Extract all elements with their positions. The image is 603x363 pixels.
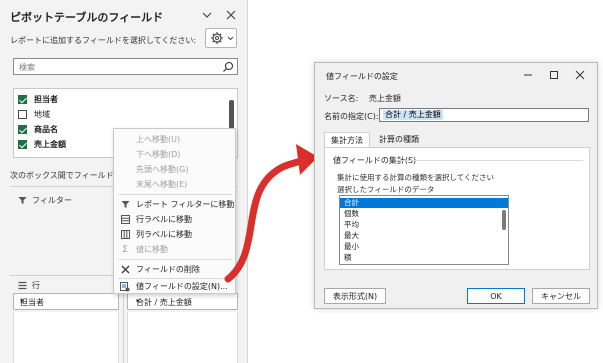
menu-item-label: 値フィールドの設定(N)... [136,282,228,291]
menu-item-label: 行ラベルに移動 [136,215,192,224]
filter-icon [18,197,27,204]
list-item[interactable]: 最小 [340,242,508,252]
source-value: 売上金額 [368,94,401,103]
rows-area [13,312,119,363]
field-item[interactable]: 担当者 [18,92,58,106]
rows-area-label: 行 [32,281,40,290]
menu-item-move-first[interactable]: 先頭へ移動(G) [114,162,235,177]
menu-separator [118,194,232,195]
field-label: 商品名 [34,124,58,134]
field-checkbox[interactable] [18,109,27,119]
tab-panel: 値フィールドの集計(S) 集計に使用する計算の種類を選択してください 選択したフ… [324,147,590,270]
menu-item-move-down[interactable]: 下へ移動(D) [114,147,235,162]
field-item[interactable]: 売上金額 [18,137,66,151]
menu-item-label: 下へ移動(D) [136,150,181,159]
rows-icon [120,215,130,224]
source-label: ソース名: [324,94,359,103]
description-line: 集計に使用する計算の種類を選択してください [337,173,495,182]
chevron-down-icon[interactable] [200,8,214,22]
list-item[interactable]: 合計 [340,198,508,208]
menu-item-label: レポート フィルターに移動 [136,200,235,209]
values-area [127,312,238,363]
menu-item-label: 値に移動 [136,245,168,254]
description-line: 選択したフィールドのデータ [337,185,435,194]
field-item[interactable]: 商品名 [18,122,58,136]
menu-item-label: 先頭へ移動(G) [136,165,189,174]
field-checkbox[interactable] [18,139,27,149]
menu-item-move-to-columns[interactable]: 列ラベルに移動 [114,227,235,242]
list-item[interactable]: 積 [340,253,508,263]
close-icon [121,265,129,274]
ok-button[interactable]: OK [467,288,525,304]
menu-item-label: 上へ移動(U) [136,135,181,144]
custom-name-value: 合計 / 売上金額 [383,110,443,120]
dialog-title: 値フィールドの設定 [326,72,398,81]
field-label: 担当者 [34,94,58,104]
summary-function-list[interactable]: 合計 個数 平均 最大 最小 積 [339,195,509,265]
list-item[interactable]: 平均 [340,220,508,230]
list-scrollbar[interactable] [502,210,506,230]
tab-show-values-as[interactable]: 計算の種類 [373,132,425,147]
field-checkbox[interactable] [18,124,27,134]
row-field-button[interactable]: 担当者 ▾ [13,293,119,310]
field-label: 地域 [34,109,50,119]
tab-summarize-by[interactable]: 集計方法 [324,132,370,148]
close-icon[interactable] [573,68,587,82]
menu-item-label: 末尾へ移動(E) [136,180,188,189]
minimize-icon[interactable] [521,68,535,82]
custom-name-label: 名前の指定(C): [324,112,379,121]
rows-area-header: 行 [18,280,40,291]
columns-icon [120,230,130,239]
field-label: 売上金額 [34,139,66,149]
chevron-down-icon: ▾ [20,297,24,305]
search-icon [223,61,234,72]
gear-icon [211,32,223,44]
section-divider [397,160,583,161]
sigma-icon: Σ [122,244,128,255]
menu-separator [118,259,232,260]
tools-button[interactable] [205,28,237,48]
custom-name-input[interactable]: 合計 / 売上金額 [379,108,589,122]
settings-icon [120,281,130,291]
pane-subtitle: レポートに追加するフィールドを選択してください: [10,36,197,45]
filter-area-header: フィルター [18,195,72,206]
search-input[interactable]: 検索 [13,58,238,75]
list-item[interactable]: 最大 [340,231,508,241]
rows-icon [18,281,27,290]
pane-title: ピボットテーブルのフィールド [10,11,164,24]
menu-item-label: 列ラベルに移動 [136,230,192,239]
context-menu: 上へ移動(U) 下へ移動(D) 先頭へ移動(G) 末尾へ移動(E) レポート フ… [113,128,236,294]
menu-item-value-field-settings[interactable]: 値フィールドの設定(N)... [114,279,235,294]
areas-instruction: 次のボックス間でフィールドをド [10,171,130,180]
menu-item-move-to-rows[interactable]: 行ラベルに移動 [114,212,235,227]
chevron-down-icon: ▾ [136,297,140,305]
cancel-button[interactable]: キャンセル [532,288,590,304]
source-name: ソース名: 売上金額 [324,93,401,104]
close-icon[interactable] [224,8,238,22]
field-checkbox[interactable] [18,94,27,104]
menu-item-remove-field[interactable]: フィールドの削除 [114,262,235,277]
list-item[interactable]: 個数 [340,209,508,219]
filter-area-label: フィルター [32,196,72,205]
value-field-button[interactable]: 合計 / 売上金額 ▾ [127,293,238,310]
menu-item-move-to-values[interactable]: Σ 値に移動 [114,242,235,257]
menu-item-label: フィールドの削除 [136,265,200,274]
menu-item-move-last[interactable]: 末尾へ移動(E) [114,177,235,192]
area-divider [123,285,124,363]
number-format-button[interactable]: 表示形式(N) [324,288,386,304]
maximize-icon[interactable] [547,68,561,82]
menu-item-move-up[interactable]: 上へ移動(U) [114,132,235,147]
filter-icon [121,201,129,208]
search-placeholder: 検索 [19,63,35,72]
field-item[interactable]: 地域 [18,107,50,121]
value-field-settings-dialog: 値フィールドの設定 ソース名: 売上金額 名前の指定(C): 合計 / 売上金額… [314,62,598,309]
menu-item-move-to-filter[interactable]: レポート フィルターに移動 [114,197,235,212]
